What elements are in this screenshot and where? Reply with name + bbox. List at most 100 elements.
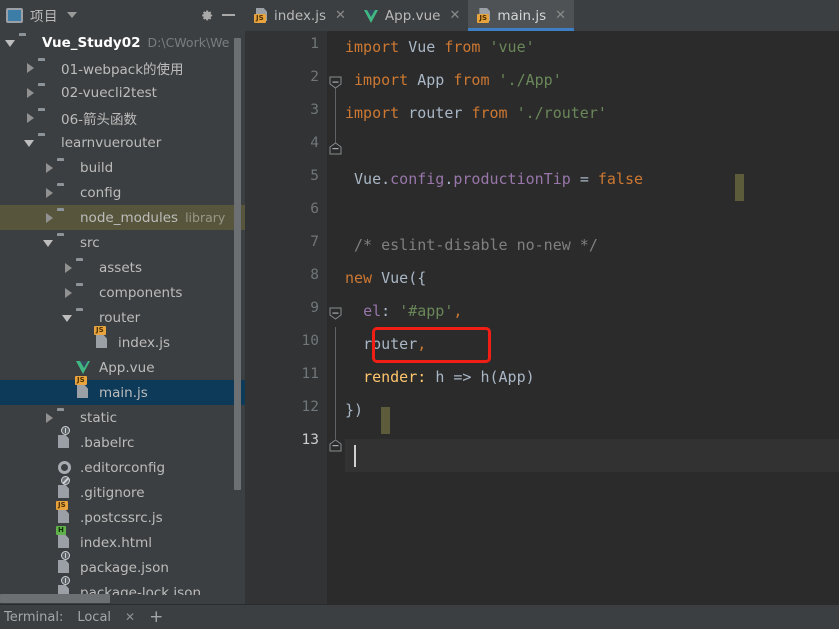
collapse-arrow-icon[interactable] [61,311,74,324]
tree-item-components[interactable]: components [0,280,245,305]
line-number-11: 11 [301,366,319,382]
editor-tab-index-js[interactable]: JS index.js ✕ [245,0,354,31]
close-icon[interactable]: ✕ [335,8,346,23]
tree-item-02-vuecli2test[interactable]: 02-vuecli2test [0,80,245,105]
arrow-placeholder [42,561,55,574]
line-number-6: 6 [310,201,319,217]
gear-icon[interactable] [195,4,217,26]
tree-item-static[interactable]: static [0,405,245,430]
tree-item-.postcssrc.js[interactable]: JS .postcssrc.js [0,501,245,530]
tree-item-index.html[interactable]: Hindex.html [0,526,245,555]
tree-item-label: 01-webpack的使用 [61,61,184,78]
bottom-tool-window-bar: Terminal: Local ✕ + [0,604,839,629]
tree-item-06-[interactable]: 06-箭头函数 [0,105,245,130]
tree-item-label: .babelrc [80,434,135,451]
tree-item-App.vue[interactable]: App.vue [0,355,245,380]
line-number-8: 8 [310,267,319,283]
expand-arrow-icon[interactable] [42,186,55,199]
sidebar-vertical-scrollbar[interactable] [234,38,241,490]
tree-item-index.js[interactable]: JS index.js [0,326,245,355]
fold-marker-end-line12[interactable] [329,439,342,452]
minimize-icon[interactable] [217,4,239,26]
tree-item-01-webpack[interactable]: 01-webpack的使用 [0,55,245,80]
project-panel-icon [6,7,23,23]
expand-arrow-icon[interactable] [42,161,55,174]
js-file-icon: JS [75,376,93,400]
expand-arrow-icon[interactable] [61,261,74,274]
gear-file-icon [57,460,74,475]
code-line-12: }) [345,401,364,419]
expand-arrow-icon[interactable] [23,61,36,74]
expand-arrow-icon[interactable] [42,411,55,424]
close-icon[interactable]: ✕ [125,610,135,624]
expand-arrow-icon[interactable] [61,286,74,299]
code-text[interactable]: import Vue from 'vue' import App from '.… [345,31,839,605]
tree-item-router[interactable]: router [0,305,245,330]
tree-item-config[interactable]: config [0,180,245,205]
editor-tab-label: main.js [497,7,547,24]
tree-item-label: index.html [80,534,152,551]
chevron-down-icon[interactable] [67,12,77,18]
arrow-placeholder [61,386,74,399]
tree-item-label: static [80,409,118,426]
tree-item-label: router [99,309,141,326]
tree-item-node_modules[interactable]: node_modules library [0,205,245,230]
editor-tab-label: index.js [274,7,327,24]
editor-tab-bar[interactable]: JS index.js ✕ App.vue ✕ JS main.js ✕ [245,0,839,31]
project-sidebar: 项目 Vue_Study02 D:\CWork\We 01-webpack的使用 02… [0,0,245,629]
sidebar-horizontal-scrollbar[interactable] [0,594,110,603]
tree-item-sublabel: library [185,210,226,225]
folder-icon [76,310,93,325]
fold-marker-end-line3[interactable] [329,142,342,155]
fold-marker-expanded-line8[interactable] [329,307,342,320]
tree-item-label: .postcssrc.js [80,509,163,526]
tree-item-.gitignore[interactable]: .gitignore [0,476,245,505]
fold-marker-expanded-line1[interactable] [329,76,342,89]
tree-item-.editorconfig[interactable]: .editorconfig [0,455,245,480]
close-icon[interactable]: ✕ [555,8,566,23]
tree-item-.babelrc[interactable]: .babelrc [0,426,245,455]
add-icon[interactable]: + [149,609,163,626]
tree-item-package-lock.json[interactable]: package-lock.json [0,576,245,595]
tree-item-label: index.js [118,334,171,351]
tree-item-assets[interactable]: assets [0,255,245,280]
editor-tab-label: App.vue [384,7,441,24]
line-number-3: 3 [310,102,319,118]
line-number-12: 12 [301,399,319,415]
folder-icon [38,60,55,75]
js-file-icon: JS [477,8,491,23]
editor-tab-main-js[interactable]: JS main.js ✕ [468,0,575,31]
code-editor[interactable]: 1 2 3 4 5 6 7 8 9 10 11 12 13 import Vue… [245,31,839,605]
tree-item-main.js[interactable]: JS main.js [0,376,245,405]
js-file-icon: JS [94,326,112,350]
tree-item-sublabel: D:\CWork\We [147,35,230,50]
tree-item-learnvuerouter[interactable]: learnvuerouter [0,130,245,155]
project-tree[interactable]: Vue_Study02 D:\CWork\We 01-webpack的使用 02-vu… [0,30,245,595]
folder-icon [57,410,74,425]
collapse-arrow-icon[interactable] [42,236,55,249]
tree-item-label: 02-vuecli2test [61,84,157,101]
text-caret [354,445,356,467]
expand-arrow-icon[interactable] [42,211,55,224]
collapse-arrow-icon[interactable] [23,136,36,149]
json-file-icon [57,426,74,450]
code-folding-gutter[interactable] [327,31,345,605]
terminal-label[interactable]: Terminal: [4,610,63,625]
js-file-icon: JS [56,501,74,525]
close-icon[interactable]: ✕ [449,8,460,23]
collapse-arrow-icon[interactable] [4,36,17,49]
tree-item-src[interactable]: src [0,230,245,255]
vue-file-icon [363,9,379,23]
tree-item-package.json[interactable]: package.json [0,551,245,580]
tree-item-label: package.json [80,559,169,576]
tree-item-Vue_Study02[interactable]: Vue_Study02 D:\CWork\We [0,30,245,55]
tree-item-build[interactable]: build [0,155,245,180]
editor-tab-App-vue[interactable]: App.vue ✕ [354,0,468,31]
arrow-placeholder [61,361,74,374]
folder-icon [38,110,55,125]
folder-icon [38,85,55,100]
tree-item-label: main.js [99,384,148,401]
expand-arrow-icon[interactable] [23,111,36,124]
terminal-session-local[interactable]: Local [77,610,111,625]
expand-arrow-icon[interactable] [23,86,36,99]
